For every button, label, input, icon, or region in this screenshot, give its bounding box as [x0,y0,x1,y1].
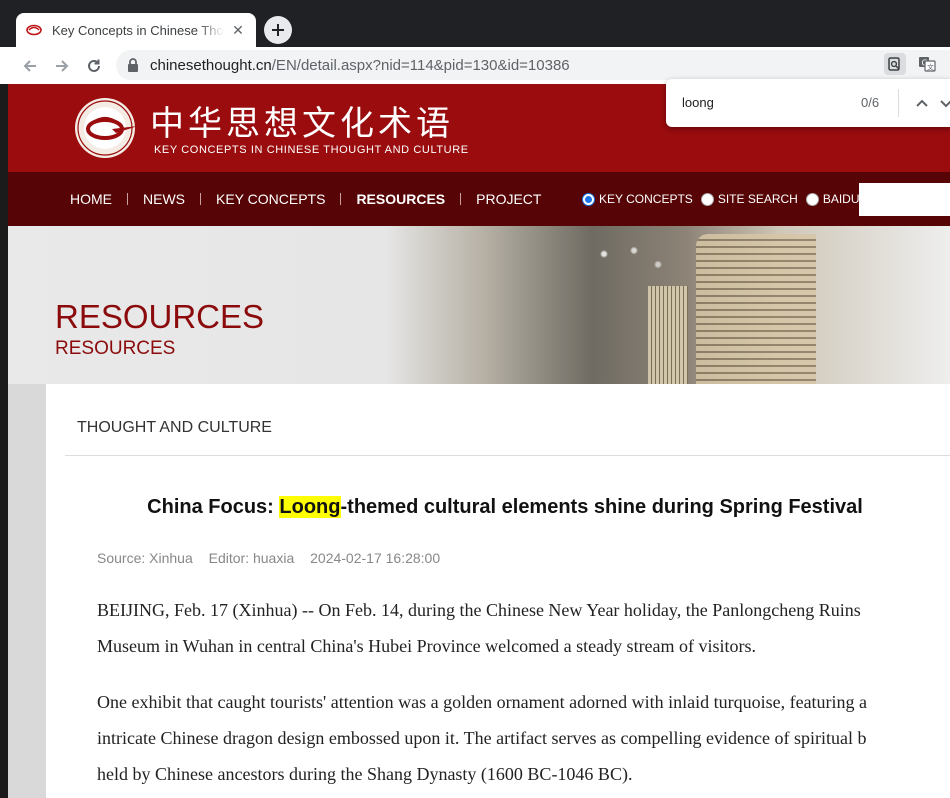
lock-icon[interactable] [126,58,140,72]
find-divider [898,89,899,117]
nav-home[interactable]: HOME [70,191,112,207]
paragraph-line: Museum in Wuhan in central China's Hubei… [97,636,757,656]
site-title-english: KEY CONCEPTS IN CHINESE THOUGHT AND CULT… [154,144,469,156]
radio-key-concepts[interactable]: KEY CONCEPTS [582,192,693,206]
reload-icon [88,59,100,72]
paragraph-line: intricate Chinese dragon design embossed… [97,728,867,748]
find-highlight: Loong [279,496,341,518]
find-match-count: 0/6 [861,95,880,110]
banner-subtitle: RESOURCES [55,338,176,359]
nav-resources[interactable]: RESOURCES [356,191,445,207]
tab-close-icon[interactable]: ✕ [230,22,246,38]
radio-unchecked-icon[interactable] [700,192,714,206]
main-nav: HOME NEWS KEY CONCEPTS RESOURCES PROJECT… [8,172,950,226]
title-prefix: China Focus: [147,496,280,518]
address-bar[interactable]: chinesethought.cn/EN/detail.aspx?nid=114… [116,50,950,80]
find-in-page-icon[interactable] [884,53,906,75]
resources-banner: RESOURCES RESOURCES [8,226,950,384]
forward-button[interactable] [50,54,74,78]
nav-divider [460,193,462,205]
site-logo[interactable] [72,96,140,160]
new-tab-button[interactable] [264,16,292,44]
chevron-up-icon [916,99,928,107]
translate-icon[interactable]: G 文 [916,53,938,75]
paragraph-line: held by Chinese ancestors during the Sha… [97,764,633,784]
banner-title: RESOURCES [55,298,265,335]
title-suffix: -themed cultural elements shine during S… [340,496,863,518]
radio-baidu[interactable]: BAIDU [805,192,860,206]
browser-tab[interactable]: Key Concepts in Chinese Thought and Cult… [16,13,256,47]
article-source: Source: Xinhua [97,550,193,566]
reload-button[interactable] [82,54,106,78]
nav-divider [127,193,128,205]
banner-image-books [648,286,688,384]
site-search-input[interactable] [859,183,950,216]
site-title-chinese: 中华思想文化术语 [150,104,454,144]
back-button[interactable] [18,54,42,78]
svg-text:文: 文 [927,63,934,72]
nav-divider [200,193,201,205]
article-meta: Source: Xinhua Editor: huaxia 2024-02-17… [97,550,452,566]
find-previous-button[interactable] [912,93,932,113]
nav-key-concepts[interactable]: KEY CONCEPTS [216,191,325,207]
back-arrow-icon [23,60,36,72]
section-divider [65,455,950,456]
site-favicon-icon [26,24,42,36]
find-input[interactable]: loong [682,95,714,110]
forward-arrow-icon [56,60,69,72]
radio-checked-icon[interactable] [582,192,595,206]
web-page: 中华思想文化术语 KEY CONCEPTS IN CHINESE THOUGHT… [8,84,950,798]
article-editor: Editor: huaxia [208,550,295,566]
paragraph-line: BEIJING, Feb. 17 (Xinhua) -- On Feb. 14,… [97,600,861,620]
chevron-down-icon [940,100,950,108]
paragraph-line: One exhibit that caught tourists' attent… [97,692,868,712]
find-next-button[interactable] [940,93,950,113]
section-label: THOUGHT AND CULTURE [77,419,272,436]
radio-label: BAIDU [822,192,860,206]
radio-label: KEY CONCEPTS [599,192,693,206]
radio-site-search[interactable]: SITE SEARCH [700,192,798,206]
banner-image-book-stack [696,234,816,384]
tab-title: Key Concepts in Chinese Thought and Cult… [52,22,224,38]
radio-unchecked-icon[interactable] [805,192,819,206]
browser-tabstrip: Key Concepts in Chinese Thought and Cult… [0,0,950,47]
find-bar: loong 0/6 [666,79,950,127]
nav-divider [340,193,342,205]
nav-project[interactable]: PROJECT [476,191,541,207]
url-host: chinesethought.cn [150,56,272,74]
url-path: /EN/detail.aspx?nid=114&pid=130&id=10386 [271,56,570,74]
article-date: 2024-02-17 16:28:00 [310,550,441,566]
article-title: China Focus: Loong-themed cultural eleme… [46,496,950,519]
window-edge [0,84,8,798]
radio-label: SITE SEARCH [717,192,798,206]
search-scope-options: KEY CONCEPTS SITE SEARCH BAIDU [582,172,868,226]
nav-news[interactable]: NEWS [143,191,185,207]
plus-icon [272,24,284,36]
url-text[interactable]: chinesethought.cn/EN/detail.aspx?nid=114… [150,57,570,74]
article-panel: THOUGHT AND CULTURE China Focus: Loong-t… [46,384,950,798]
